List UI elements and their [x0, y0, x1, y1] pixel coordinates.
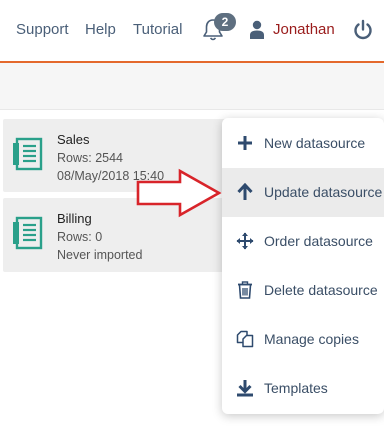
- menu-item-label: New datasource: [264, 135, 366, 151]
- datasource-actions-menu: New datasource Update datasource Order d…: [222, 118, 384, 414]
- menu-item-templates[interactable]: Templates: [222, 364, 384, 413]
- datasource-name: Billing: [57, 211, 92, 226]
- power-icon[interactable]: [352, 19, 374, 41]
- datasource-icon: [13, 137, 43, 171]
- datasource-rows: Rows: 2544: [57, 151, 124, 165]
- top-navigation: Support Help Tutorial 2 Jonathan: [0, 0, 384, 62]
- nav-tutorial-link[interactable]: Tutorial: [133, 21, 182, 38]
- trash-icon: [238, 281, 252, 299]
- menu-item-label: Update datasource: [264, 184, 383, 200]
- menu-item-new-datasource[interactable]: New datasource: [222, 119, 384, 168]
- download-icon: [237, 380, 253, 397]
- datasource-icon: [13, 216, 43, 250]
- arrow-up-icon: [237, 183, 253, 200]
- menu-item-label: Delete datasource: [264, 282, 378, 298]
- menu-item-label: Manage copies: [264, 331, 359, 347]
- notification-badge[interactable]: 2: [214, 13, 236, 31]
- user-icon[interactable]: [249, 20, 265, 40]
- menu-item-delete-datasource[interactable]: Delete datasource: [222, 266, 384, 315]
- nav-support-link[interactable]: Support: [16, 21, 69, 38]
- datasource-name: Sales: [57, 132, 90, 147]
- toolbar-area: [0, 63, 384, 110]
- menu-item-label: Order datasource: [264, 233, 373, 249]
- plus-icon: [238, 136, 252, 150]
- menu-item-order-datasource[interactable]: Order datasource: [222, 217, 384, 266]
- menu-item-manage-copies[interactable]: Manage copies: [222, 315, 384, 364]
- datasource-status: Never imported: [57, 248, 143, 262]
- menu-item-label: Templates: [264, 380, 328, 396]
- datasource-rows: Rows: 0: [57, 230, 103, 244]
- copy-icon: [236, 330, 254, 348]
- annotation-arrow-icon: [136, 168, 222, 218]
- nav-help-link[interactable]: Help: [85, 21, 116, 38]
- menu-item-update-datasource[interactable]: Update datasource: [222, 168, 384, 217]
- move-arrows-icon: [236, 232, 254, 250]
- user-name-link[interactable]: Jonathan: [273, 21, 335, 38]
